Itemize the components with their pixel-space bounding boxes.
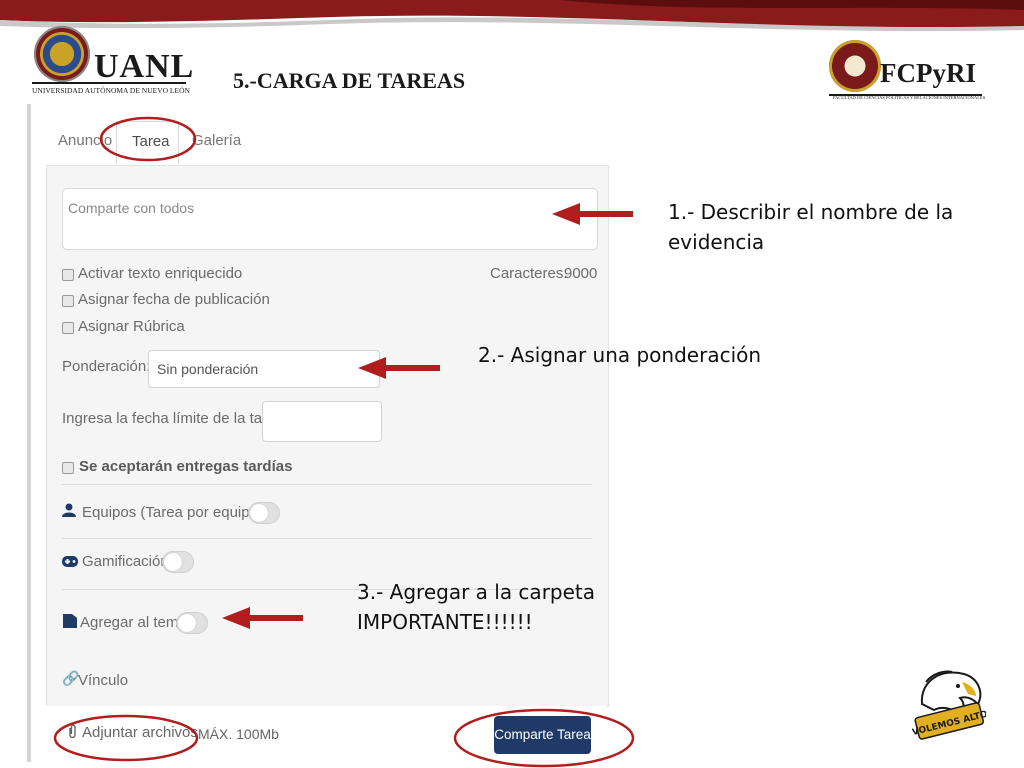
separator — [62, 484, 592, 485]
rubric-label: Asignar Rúbrica — [78, 318, 185, 335]
deadline-label: Ingresa la fecha límite de la tarea: — [62, 410, 288, 427]
teams-toggle[interactable] — [248, 502, 280, 524]
top-banner — [0, 0, 1024, 32]
publish-date-checkbox[interactable] — [62, 295, 74, 307]
uanl-logo-rule — [32, 82, 186, 84]
max-size-note: MÁX. 100Mb — [198, 726, 279, 742]
tab-anuncio[interactable]: Anuncio — [58, 132, 112, 149]
late-delivery-label: Se aceptarán entregas tardías — [79, 458, 293, 475]
tab-bar: Anuncio Tarea Galería — [44, 118, 609, 164]
step3-line1: 3.- Agregar a la carpeta — [357, 580, 596, 604]
weight-select[interactable]: Sin ponderación — [148, 350, 380, 388]
tab-tarea-label: Tarea — [132, 133, 170, 150]
fcpyri-logo-subtitle: FACULTAD DE CIENCIAS POLÍTICAS Y RELACIO… — [833, 95, 986, 100]
topic-label: Agregar al tema — [80, 614, 187, 631]
gamification-toggle[interactable] — [162, 551, 194, 573]
late-delivery-checkbox[interactable] — [62, 462, 74, 474]
step1-note: 1.- Describir el nombre de la evidencia — [668, 197, 953, 257]
folder-icon — [63, 614, 77, 628]
characters-label: Caracteres: — [490, 265, 568, 282]
uanl-logo-subtitle: UNIVERSIDAD AUTÓNOMA DE NUEVO LEÓN — [32, 86, 190, 95]
share-textarea[interactable]: Comparte con todos — [62, 188, 598, 250]
rich-text-checkbox[interactable] — [62, 269, 74, 281]
gamepad-icon — [62, 556, 78, 567]
attach-files-link[interactable]: Adjuntar archivos — [82, 724, 198, 741]
step3-line2: IMPORTANTE!!!!!! — [357, 610, 533, 634]
characters-count: 9000 — [564, 265, 598, 282]
teams-label: Equipos (Tarea por equipos) — [82, 504, 271, 521]
gamification-label: Gamificación — [82, 553, 169, 570]
separator — [62, 538, 592, 539]
left-divider — [27, 104, 31, 762]
step3-note: 3.- Agregar a la carpeta IMPORTANTE!!!!!… — [357, 577, 595, 637]
uanl-seal-logo — [34, 26, 90, 82]
weight-label: Ponderación: — [62, 358, 151, 375]
share-placeholder: Comparte con todos — [68, 200, 195, 216]
topic-toggle[interactable] — [176, 612, 208, 634]
slide-title: 5.-CARGA DE TAREAS — [233, 68, 466, 93]
rich-text-label: Activar texto enriquecido — [78, 265, 243, 282]
uanl-logo-text: UANL — [94, 48, 195, 85]
paperclip-icon — [69, 724, 76, 738]
weight-value: Sin ponderación — [157, 361, 259, 377]
share-task-button[interactable]: Comparte Tarea — [494, 716, 591, 754]
fcpyri-seal-logo — [829, 40, 881, 92]
link-label[interactable]: Vínculo — [78, 672, 128, 689]
user-icon — [62, 503, 76, 517]
tab-tarea[interactable]: Tarea — [116, 121, 179, 164]
rubric-checkbox[interactable] — [62, 322, 74, 334]
link-icon: 🔗 — [62, 670, 80, 686]
fcpyri-logo-text: FCPyRI — [880, 58, 976, 88]
eagle-badge-logo: ¡VOLEMOS ALTO! — [912, 670, 986, 740]
step2-note: 2.- Asignar una ponderación — [478, 343, 762, 367]
tab-galeria[interactable]: Galería — [192, 132, 241, 149]
deadline-input[interactable] — [262, 401, 382, 442]
step1-line1: 1.- Describir el nombre de la — [668, 200, 954, 224]
step1-line2: evidencia — [668, 230, 765, 254]
publish-date-label: Asignar fecha de publicación — [78, 291, 270, 308]
